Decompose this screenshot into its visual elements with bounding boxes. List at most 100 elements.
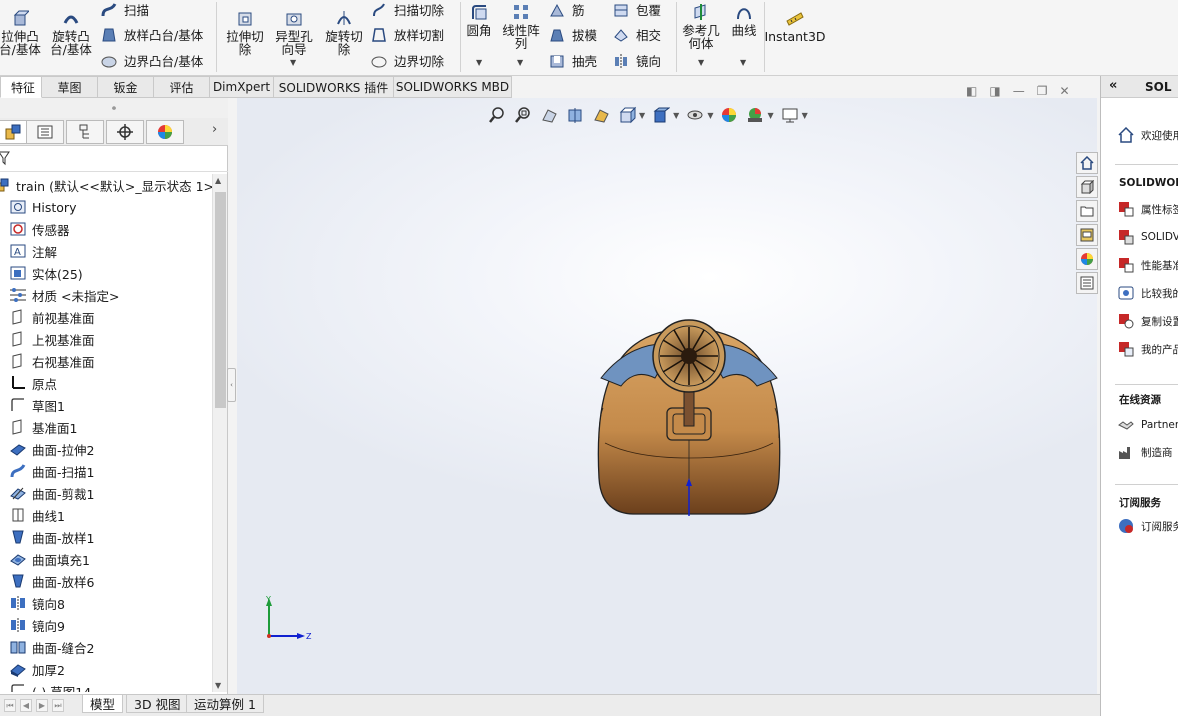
minimize-icon[interactable]: — — [1013, 84, 1025, 98]
solidworks-tool-item[interactable]: 我的产品 — [1117, 340, 1178, 358]
display-style-icon[interactable] — [651, 105, 671, 125]
chevron-down-icon[interactable]: ▼ — [639, 111, 645, 120]
boundary-boss-button[interactable]: 边界凸台/基体 — [100, 51, 203, 70]
mirror-button[interactable]: 镜向 — [612, 51, 661, 70]
tree-root[interactable]: train (默认<<默认>_显示状态 1>) — [0, 174, 212, 196]
rib-button[interactable]: 筋 — [548, 0, 585, 19]
dimxpert-manager-tab[interactable] — [106, 120, 144, 144]
tree-item[interactable]: A 注解 — [8, 240, 57, 262]
appearances-tab[interactable] — [1076, 248, 1098, 270]
zoom-to-area-icon[interactable] — [513, 105, 533, 125]
tree-item[interactable]: 曲面-拉伸2 — [8, 438, 94, 460]
view-orientation-icon[interactable] — [617, 105, 637, 125]
instant3d-button[interactable]: Instant3D — [764, 8, 826, 43]
partner-item[interactable]: Partner — [1117, 416, 1178, 434]
tab-features[interactable]: 特征 — [0, 76, 42, 98]
extrude-boss-button[interactable]: 拉伸凸 台/基体 — [0, 8, 42, 56]
intersect-button[interactable]: 相交 — [612, 25, 661, 44]
subscription-item[interactable]: 订阅服务 — [1117, 517, 1178, 535]
welcome-item[interactable]: 欢迎使用 — [1117, 126, 1178, 144]
scroll-down-icon[interactable]: ▼ — [215, 681, 221, 690]
tree-scrollbar[interactable]: ▲ ▼ — [212, 174, 227, 692]
graphics-area[interactable]: ▼ ▼ ▼ ▼ ▼ Y Z — [237, 98, 1097, 694]
scroll-thumb[interactable] — [215, 192, 226, 408]
configuration-manager-tab[interactable] — [66, 120, 104, 144]
chevron-down-icon[interactable]: ▼ — [707, 111, 713, 120]
close-icon[interactable]: ✕ — [1059, 84, 1069, 98]
panel-grip[interactable]: ⦁ — [0, 98, 228, 118]
swept-cut-button[interactable]: 扫描切除 — [370, 0, 444, 19]
boundary-cut-button[interactable]: 边界切除 — [370, 51, 444, 70]
tree-item[interactable]: History — [8, 196, 76, 218]
hole-wizard-button[interactable]: 异型孔 向导 — [270, 8, 318, 56]
tree-item[interactable]: 曲面-扫描1 — [8, 460, 94, 482]
solidworks-tool-item[interactable]: 比较我的 — [1117, 284, 1178, 302]
tile-right-icon[interactable]: ◨ — [989, 84, 1000, 98]
lofted-cut-button[interactable]: 放样切割 — [370, 25, 444, 44]
solidworks-tool-item[interactable]: SOLIDV — [1117, 228, 1178, 246]
linear-pattern-dropdown-icon[interactable]: ▼ — [517, 58, 523, 67]
panel-splitter[interactable]: ‹ — [227, 98, 237, 694]
ref-geometry-dropdown-icon[interactable]: ▼ — [698, 58, 704, 67]
tab-sheet-metal[interactable]: 钣金 — [98, 76, 154, 98]
tree-item[interactable]: 曲面-缝合2 — [8, 636, 94, 658]
display-manager-tab[interactable] — [146, 120, 184, 144]
tree-item[interactable]: 曲面-放样6 — [8, 570, 94, 592]
chevron-down-icon[interactable]: ▼ — [802, 111, 808, 120]
tree-item[interactable]: 右视基准面 — [8, 350, 95, 372]
tree-item[interactable]: 曲线1 — [8, 504, 65, 526]
linear-pattern-button[interactable]: 线性阵 列 — [500, 2, 542, 50]
manufacturer-item[interactable]: 制造商 — [1117, 443, 1173, 461]
section-view-icon[interactable] — [565, 105, 585, 125]
tab-motion-study[interactable]: 运动算例 1 — [186, 695, 264, 713]
tree-item[interactable]: 上视基准面 — [8, 328, 95, 350]
double-chevron-left-icon[interactable]: « — [1109, 78, 1117, 93]
tree-filter[interactable] — [0, 146, 228, 172]
next-tab-icon[interactable]: ▶ — [36, 699, 48, 712]
wrap-button[interactable]: 包覆 — [612, 0, 661, 19]
apply-scene-icon[interactable] — [745, 105, 765, 125]
tree-item[interactable]: (-) 草图14 — [8, 680, 91, 692]
shell-button[interactable]: 抽壳 — [548, 51, 597, 70]
tree-item[interactable]: 曲面-剪裁1 — [8, 482, 94, 504]
tree-item[interactable]: 传感器 — [8, 218, 70, 240]
dynamic-annotation-icon[interactable] — [591, 105, 611, 125]
chevron-right-icon[interactable]: › — [212, 122, 217, 137]
tab-dimxpert[interactable]: DimXpert — [210, 76, 274, 98]
design-library-tab[interactable] — [1076, 176, 1098, 198]
chevron-down-icon[interactable]: ▼ — [673, 111, 679, 120]
3d-model[interactable] — [595, 318, 783, 518]
last-tab-icon[interactable]: ⏭ — [52, 699, 64, 712]
tree-item[interactable]: 基准面1 — [8, 416, 77, 438]
tab-3d-views[interactable]: 3D 视图 — [126, 695, 189, 713]
curves-dropdown-icon[interactable]: ▼ — [740, 58, 746, 67]
tree-item[interactable]: 材质 <未指定> — [8, 284, 119, 306]
view-settings-icon[interactable] — [780, 105, 800, 125]
solidworks-tool-item[interactable]: 复制设置 — [1117, 312, 1178, 330]
revolve-boss-button[interactable]: 旋转凸 台/基体 — [48, 8, 94, 56]
solidworks-tool-item[interactable]: 属性标签 — [1117, 200, 1178, 218]
sw-resources-tab[interactable] — [1076, 152, 1098, 174]
sweep-button[interactable]: 扫描 — [100, 0, 149, 19]
zoom-to-fit-icon[interactable] — [487, 105, 507, 125]
tree-item[interactable]: 实体(25) — [8, 262, 83, 284]
tab-model[interactable]: 模型 — [82, 695, 124, 713]
first-tab-icon[interactable]: ⏮ — [4, 699, 16, 712]
restore-icon[interactable]: ❐ — [1037, 84, 1048, 98]
hole-wizard-dropdown-icon[interactable]: ▼ — [290, 58, 296, 67]
extrude-cut-button[interactable]: 拉伸切 除 — [222, 8, 268, 56]
ref-geometry-button[interactable]: 参考几 何体 — [680, 2, 722, 50]
revolve-cut-button[interactable]: 旋转切 除 — [320, 8, 368, 56]
solidworks-tool-item[interactable]: 性能基准 — [1117, 256, 1178, 274]
tree-item[interactable]: 草图1 — [8, 394, 65, 416]
collapse-panel-icon[interactable]: ‹ — [227, 368, 236, 402]
prev-tab-icon[interactable]: ◀ — [20, 699, 32, 712]
chevron-down-icon[interactable]: ▼ — [767, 111, 773, 120]
file-explorer-tab[interactable] — [1076, 200, 1098, 222]
tree-item[interactable]: 曲面填充1 — [8, 548, 90, 570]
fillet-button[interactable]: 圆角 — [464, 2, 494, 37]
previous-view-icon[interactable] — [539, 105, 559, 125]
curves-button[interactable]: 曲线 — [728, 2, 760, 37]
scroll-up-icon[interactable]: ▲ — [215, 176, 221, 185]
tab-solidworks-addins[interactable]: SOLIDWORKS 插件 — [274, 76, 394, 98]
